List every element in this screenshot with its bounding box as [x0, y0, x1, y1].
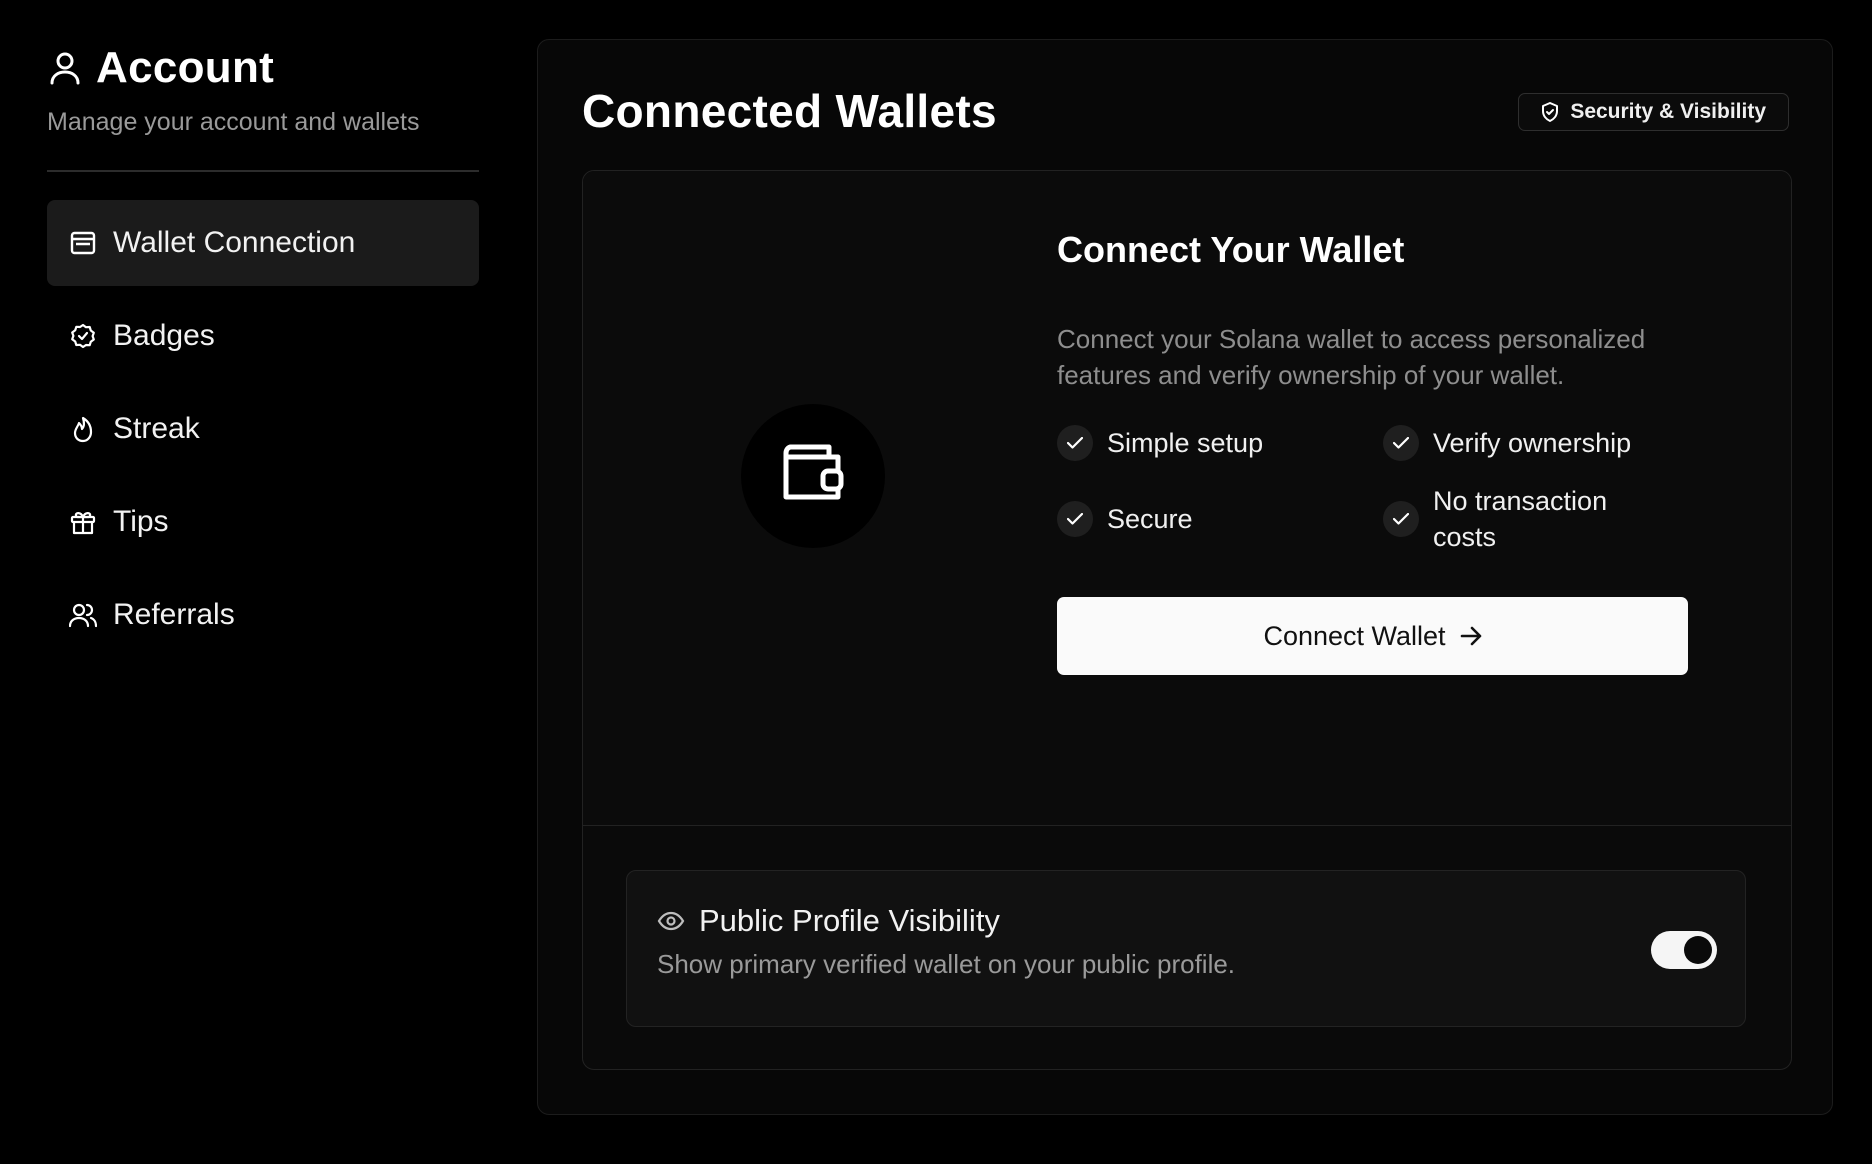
- account-subtitle: Manage your account and wallets: [47, 108, 420, 136]
- card-icon: [69, 229, 97, 257]
- sidebar-item-label: Streak: [113, 412, 200, 445]
- account-page: Account Manage your account and wallets …: [0, 0, 1872, 1164]
- connect-wallet-description: Connect your Solana wallet to access per…: [1057, 324, 1646, 390]
- sidebar-item-wallet-connection[interactable]: Wallet Connection: [47, 200, 479, 286]
- sidebar-item-streak[interactable]: Streak: [47, 386, 479, 472]
- sidebar-item-label: Wallet Connection: [113, 226, 356, 259]
- security-visibility-label: Security & Visibility: [1570, 100, 1766, 123]
- visibility-header: Public Profile Visibility: [657, 903, 1000, 939]
- feature-item: Secure: [1057, 483, 1383, 555]
- feature-label: Secure: [1107, 504, 1193, 534]
- shield-check-icon: [1541, 102, 1561, 122]
- visibility-toggle[interactable]: [1651, 931, 1717, 969]
- feature-list: Simple setup Verify ownership Secure No …: [1057, 425, 1697, 555]
- account-title: Account: [96, 43, 275, 92]
- flame-icon: [69, 415, 97, 443]
- public-visibility-setting: Public Profile Visibility Show primary v…: [626, 870, 1746, 1027]
- feature-label: Simple setup: [1107, 428, 1264, 458]
- gift-icon: [69, 508, 97, 536]
- sidebar-item-label: Badges: [113, 319, 215, 352]
- users-icon: [69, 601, 97, 629]
- visibility-title: Public Profile Visibility: [699, 903, 1000, 938]
- user-icon: [48, 51, 82, 85]
- main-panel: Connected Wallets Security & Visibility: [537, 39, 1833, 1115]
- feature-label: No transaction costs: [1433, 486, 1608, 552]
- sidebar-item-label: Tips: [113, 505, 169, 538]
- check-icon: [1057, 501, 1093, 537]
- feature-item: No transaction costs: [1383, 483, 1683, 555]
- wallet-card: Connect Your Wallet Connect your Solana …: [582, 170, 1792, 1070]
- feature-label: Verify ownership: [1433, 428, 1632, 458]
- visibility-description: Show primary verified wallet on your pub…: [657, 949, 1236, 979]
- feature-item: Simple setup: [1057, 425, 1383, 461]
- eye-icon: [657, 907, 685, 935]
- account-header: Account: [47, 40, 479, 96]
- sidebar-item-label: Referrals: [113, 598, 235, 631]
- badge-check-icon: [69, 322, 97, 350]
- wallet-icon: [781, 443, 845, 510]
- check-icon: [1383, 501, 1419, 537]
- wallet-illustration: [741, 404, 885, 548]
- connect-wallet-title: Connect Your Wallet: [1057, 229, 1405, 270]
- feature-item: Verify ownership: [1383, 425, 1683, 461]
- connect-wallet-button[interactable]: Connect Wallet: [1057, 597, 1688, 675]
- connect-wallet-section: Connect Your Wallet Connect your Solana …: [583, 171, 1791, 826]
- sidebar-nav: Wallet Connection Badges Streak Tips Ref…: [47, 200, 479, 658]
- sidebar-item-badges[interactable]: Badges: [47, 293, 479, 379]
- toggle-knob: [1684, 936, 1712, 964]
- security-visibility-badge[interactable]: Security & Visibility: [1518, 93, 1789, 131]
- arrow-right-icon: [1460, 626, 1482, 646]
- sidebar-item-referrals[interactable]: Referrals: [47, 572, 479, 658]
- connect-wallet-button-label: Connect Wallet: [1263, 620, 1446, 651]
- connect-wallet-content: Connect Your Wallet Connect your Solana …: [1057, 229, 1697, 675]
- sidebar-item-tips[interactable]: Tips: [47, 479, 479, 565]
- sidebar-divider: [47, 170, 479, 172]
- check-icon: [1057, 425, 1093, 461]
- sidebar: Account Manage your account and wallets …: [47, 40, 479, 665]
- page-title: Connected Wallets: [582, 85, 997, 137]
- check-icon: [1383, 425, 1419, 461]
